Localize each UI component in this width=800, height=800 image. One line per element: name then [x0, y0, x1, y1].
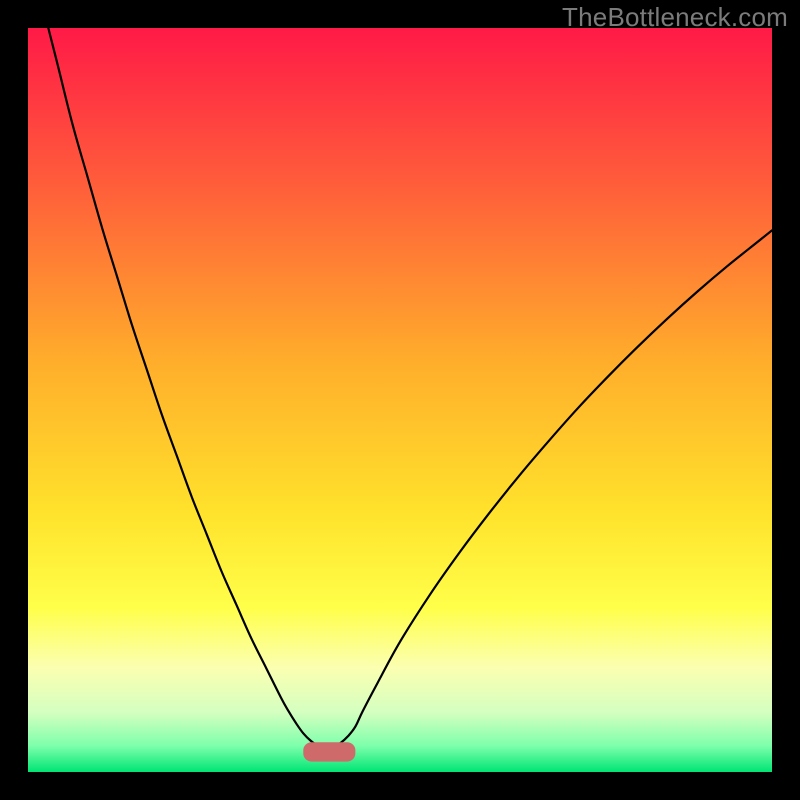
chart-background — [28, 28, 772, 772]
chart-frame: TheBottleneck.com — [0, 0, 800, 800]
bottleneck-marker — [303, 742, 355, 761]
chart-marker-group — [303, 742, 355, 761]
chart-svg — [28, 28, 772, 772]
chart-plot-area — [28, 28, 772, 772]
